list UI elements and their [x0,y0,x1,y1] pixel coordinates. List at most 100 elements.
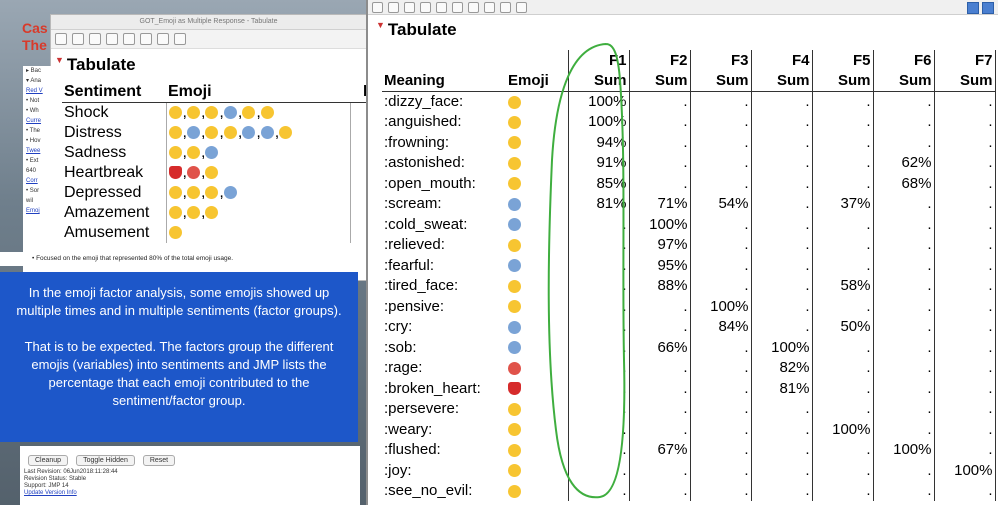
table-row: :cold_sweat:. 100%..... [382,214,996,235]
slide-title-line2: The [22,37,47,53]
table-row: :persevere:....... [382,398,996,419]
outline-item[interactable]: ▾ Ana [26,76,52,86]
shape-tool-icon[interactable] [516,1,527,13]
toggle-hidden-button[interactable]: Toggle Hidden [76,455,135,466]
outline-link[interactable]: Curre [26,116,52,126]
value-cell: . [812,91,874,112]
crosshair-tool-icon[interactable] [420,1,431,13]
value-cell: . [751,214,813,235]
emoji-cell [506,91,569,112]
factor-table: F1 F2 F3 F4 F5 F6 F7 Meaning Emoji Sum Sum Sum Su… [382,50,996,501]
factor-table-container[interactable]: F1 F2 F3 F4 F5 F6 F7 Meaning Emoji Sum Sum Sum Su… [382,50,998,505]
value-cell: . [934,480,996,501]
value-cell: . [690,255,752,276]
move-tool-icon[interactable] [89,33,101,45]
value-cell: . [812,173,874,194]
value-cell: . [629,111,691,132]
value-cell: . [873,234,935,255]
annotate-tool-icon[interactable] [484,1,495,13]
sum-header: Sum [629,70,691,92]
update-version-link[interactable]: Update Version Info [24,490,360,497]
emoji-cell [506,398,569,419]
value-cell: . [690,214,752,235]
split-view-icon[interactable] [982,2,994,14]
meaning-cell: :frowning: [384,133,450,151]
value-cell: . [934,439,996,460]
value-cell: . [751,234,813,255]
brush-tool-icon[interactable] [452,1,463,13]
tabulate-heading[interactable]: ▼ Tabulate [376,20,457,40]
lasso-tool-icon[interactable] [123,33,135,45]
zoom-tool-icon[interactable] [468,1,479,13]
outline-link[interactable]: Corr [26,176,52,186]
emoji-cell [506,460,569,481]
meaning-cell: :astonished: [384,154,465,172]
table-row: :cry:.. 84%. 50%.. [382,316,996,337]
lasso-tool-icon[interactable] [436,1,447,13]
crosshair-tool-icon[interactable] [106,33,118,45]
value-cell: . [568,296,630,317]
table-row: :open_mouth: 85%.... 68%. [382,173,996,194]
value-cell: 84% [690,316,752,337]
help-tool-icon[interactable] [72,33,84,45]
move-tool-icon[interactable] [404,1,415,13]
emoji-icon [508,402,521,416]
value-cell: . [812,255,874,276]
emoji-cell [506,173,569,194]
value-cell: . [812,152,874,173]
value-cell: . [812,234,874,255]
outline-item: • Wh [26,108,39,114]
table-row: :fearful:. 95%..... [382,255,996,276]
column-header-emoji: Emoji [166,82,350,103]
emoji-icon [508,279,521,293]
slide-title-line1: Cas [22,20,48,36]
arrow-tool-icon[interactable] [372,1,383,13]
value-cell: . [751,316,813,337]
disclosure-triangle-icon[interactable]: ▼ [376,20,385,30]
emoji-cell [506,275,569,296]
sentiment-cell: Sadness [62,143,167,163]
zoom-tool-icon[interactable] [157,33,169,45]
brush-tool-icon[interactable] [140,33,152,45]
tabulate-heading[interactable]: ▼ Tabulate [55,55,366,75]
select-tool-icon[interactable] [500,1,511,13]
emoji-icon [508,95,521,109]
meaning-cell: :fearful: [384,256,435,274]
value-cell: . [629,132,691,153]
value-cell: . [873,378,935,399]
annotation-callout: In the emoji factor analysis, some emoji… [0,272,358,442]
help-tool-icon[interactable] [388,1,399,13]
value-cell: . [751,111,813,132]
outline-link[interactable]: Red V [26,86,52,96]
callout-paragraph-2: That is to be expected. The factors grou… [24,339,334,408]
emoji-icon [205,186,219,200]
value-cell: . [751,460,813,481]
table-row: Sadness,,1 [62,143,377,163]
footer-note: • Focused on the emoji that represented … [0,252,392,266]
value-cell: . [873,132,935,153]
factor-header-f5: F5 [812,50,874,71]
emoji-icon [508,218,521,232]
value-cell: . [751,91,813,112]
outline-item[interactable]: ▸ Bac [26,66,52,76]
value-cell: . [873,419,935,440]
factor-header-f1: F1 [568,50,630,71]
reset-button[interactable]: Reset [142,455,176,466]
outline-link[interactable]: Emoj [26,206,52,216]
cleanup-button[interactable]: Cleanup [28,455,69,466]
emoji-icon [168,186,182,200]
annotate-tool-icon[interactable] [174,33,186,45]
sum-header: Sum [873,70,935,92]
emoji-icon [205,146,219,160]
emoji-cell [506,480,569,501]
value-cell: . [873,275,935,296]
layout-icon[interactable] [967,2,979,14]
arrow-tool-icon[interactable] [55,33,67,45]
disclosure-triangle-icon[interactable]: ▼ [55,55,64,65]
value-cell: 100% [690,296,752,317]
table-row: :frowning: 94%...... [382,132,996,153]
outline-link[interactable]: Twee [26,146,52,156]
value-cell: 85% [568,173,630,194]
outline-item: • Ext [26,158,39,164]
value-cell: 67% [629,439,691,460]
